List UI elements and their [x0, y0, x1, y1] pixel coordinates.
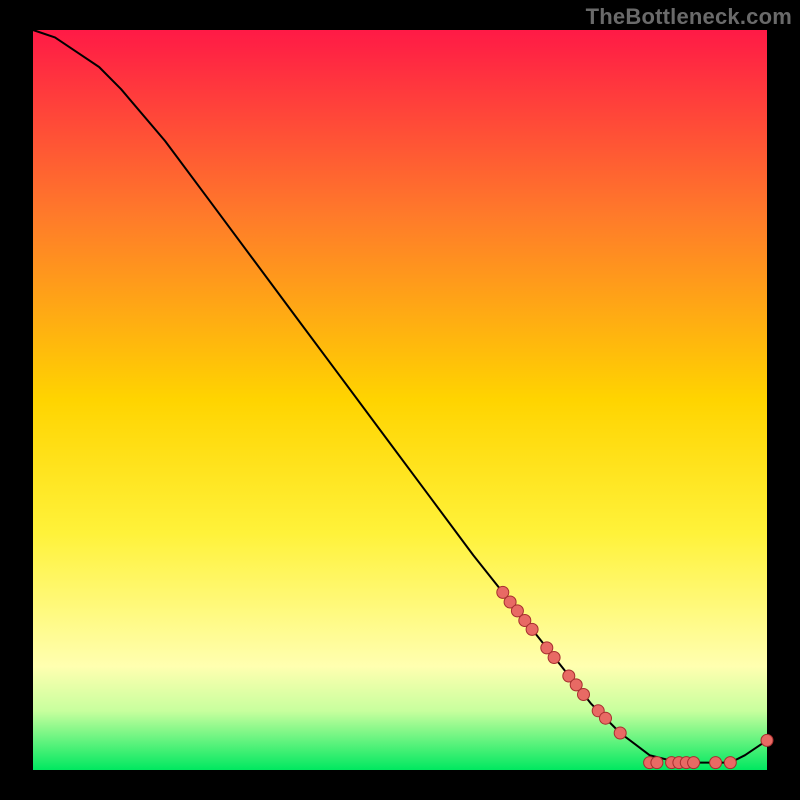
data-marker	[600, 712, 612, 724]
data-marker	[724, 757, 736, 769]
bottleneck-chart	[0, 0, 800, 800]
data-marker	[526, 623, 538, 635]
data-marker	[688, 757, 700, 769]
plot-background	[33, 30, 767, 770]
data-marker	[761, 734, 773, 746]
data-marker	[578, 689, 590, 701]
data-marker	[548, 652, 560, 664]
data-marker	[710, 757, 722, 769]
data-marker	[651, 757, 663, 769]
watermark-label: TheBottleneck.com	[586, 4, 792, 30]
data-marker	[614, 727, 626, 739]
